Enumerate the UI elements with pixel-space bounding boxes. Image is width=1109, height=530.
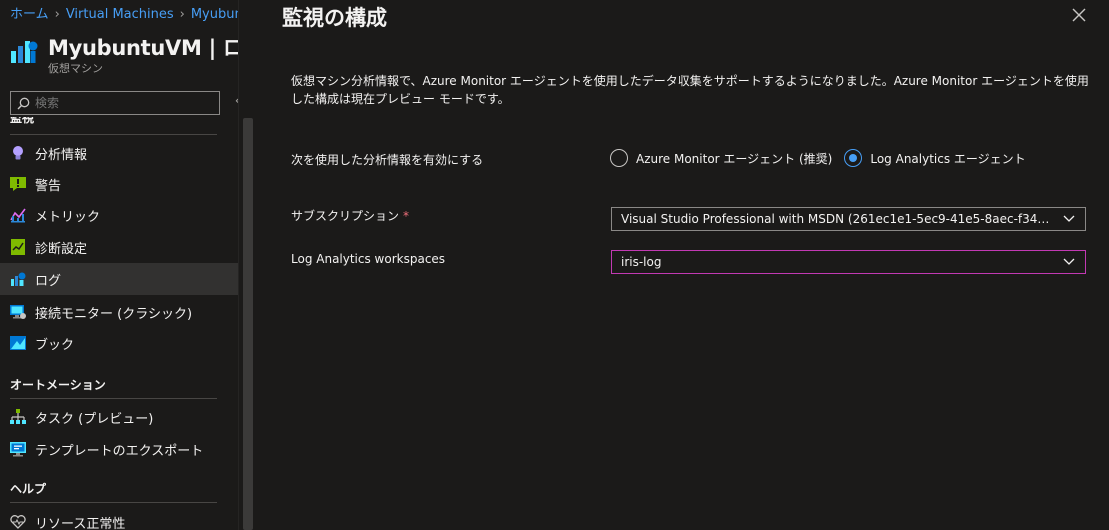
panel-title: 監視の構成 [282, 6, 387, 30]
menu-search-input[interactable] [35, 96, 205, 110]
breadcrumb-virtual-machines[interactable]: Virtual Machines [66, 7, 174, 22]
workspace-label: Log Analytics workspaces [291, 252, 446, 266]
metrics-icon [10, 207, 26, 223]
breadcrumb-vm[interactable]: MyubuntuVM [191, 7, 238, 22]
nav-item-label: メトリック [35, 209, 101, 225]
breadcrumb-home[interactable]: ホーム [10, 7, 49, 22]
connection-monitor-icon [10, 304, 26, 320]
heart-icon [10, 514, 26, 530]
radio-label: Azure Monitor エージェント (推奨) [636, 151, 833, 166]
search-icon [17, 97, 30, 109]
logs-icon [10, 271, 26, 287]
divider [10, 502, 217, 503]
enable-insights-label: 次を使用した分析情報を有効にする [291, 153, 484, 167]
radio-azure-monitor-agent[interactable]: Azure Monitor エージェント (推奨) [610, 149, 832, 167]
tasks-icon [10, 409, 26, 425]
breadcrumb: ホーム › Virtual Machines › MyubuntuVM [10, 3, 238, 22]
chevron-down-icon [1063, 215, 1075, 222]
subscription-label-text: サブスクリプション [291, 209, 400, 223]
workbook-icon [10, 335, 26, 351]
configure-monitoring-panel: 監視の構成 仮想マシン分析情報で、Azure Monitor エージェントを使用… [256, 0, 1109, 530]
nav-item-label: 警告 [35, 178, 62, 194]
resource-header: MyubuntuVM | ログ 仮想マシン [10, 32, 238, 76]
workspace-value: iris-log [621, 255, 662, 269]
nav-item-connection-monitor[interactable]: 接続モニター (クラシック) [0, 296, 238, 328]
lightbulb-icon [10, 145, 26, 161]
section-title-monitoring: 監視 [10, 117, 35, 124]
nav-item-label: ブック [35, 337, 75, 353]
nav-item-label: 診断設定 [35, 241, 88, 257]
chevron-down-icon [1063, 258, 1075, 265]
required-marker: * [403, 209, 410, 223]
section-title-help: ヘルプ [10, 482, 47, 496]
alert-icon [10, 176, 26, 192]
nav-item-metrics[interactable]: メトリック [0, 199, 238, 231]
resource-menu: ホーム › Virtual Machines › MyubuntuVM Myubuntu… [0, 0, 238, 530]
menu-search-box[interactable] [10, 91, 220, 115]
radio-circle[interactable] [610, 149, 628, 167]
subscription-dropdown[interactable]: Visual Studio Professional with MSDN (26… [611, 207, 1086, 231]
agent-radio-group: Azure Monitor エージェント (推奨) Log Analytics … [610, 149, 1038, 167]
radio-log-analytics-agent[interactable]: Log Analytics エージェント [844, 149, 1026, 167]
menu-scrollbar[interactable] [238, 0, 256, 530]
nav-item-export-template[interactable]: テンプレートのエクスポート [0, 433, 238, 465]
nav-item-label: リソース正常性 [35, 516, 126, 530]
resource-title: MyubuntuVM | ログ [48, 36, 238, 60]
close-icon[interactable] [1070, 6, 1088, 24]
workspace-dropdown[interactable]: iris-log [611, 250, 1086, 274]
nav-item-logs[interactable]: ログ [0, 263, 238, 295]
chevron-right-icon: › [54, 7, 60, 22]
nav-item-tasks[interactable]: タスク (プレビュー) [0, 401, 238, 433]
info-message: 仮想マシン分析情報で、Azure Monitor エージェントを使用したデータ収… [291, 74, 1089, 106]
nav-item-resource-health[interactable]: リソース正常性 [0, 506, 238, 530]
subscription-value: Visual Studio Professional with MSDN (26… [621, 212, 1076, 226]
chevron-right-icon: › [179, 7, 185, 22]
section-title-automation: オートメーション [10, 378, 106, 392]
nav-item-label: タスク (プレビュー) [35, 411, 154, 427]
diagnostic-settings-icon [10, 239, 26, 255]
scrollbar-thumb[interactable] [243, 118, 253, 530]
radio-label: Log Analytics エージェント [870, 151, 1026, 166]
export-template-icon [10, 441, 26, 457]
nav-item-label: 接続モニター (クラシック) [35, 306, 193, 322]
nav-item-insights[interactable]: 分析情報 [0, 137, 238, 169]
nav-item-label: ログ [35, 273, 62, 289]
subscription-label: サブスクリプション * [291, 207, 409, 224]
nav-item-workbooks[interactable]: ブック [0, 327, 238, 359]
radio-circle-selected[interactable] [844, 149, 863, 167]
vm-logs-icon [11, 41, 38, 63]
divider [10, 398, 217, 399]
nav-item-label: テンプレートのエクスポート [35, 443, 204, 459]
nav-item-diagnostic-settings[interactable]: 診断設定 [0, 231, 238, 263]
resource-type: 仮想マシン [48, 62, 103, 75]
nav-item-alerts[interactable]: 警告 [0, 168, 238, 200]
nav-item-label: 分析情報 [35, 147, 88, 163]
divider [10, 134, 217, 135]
